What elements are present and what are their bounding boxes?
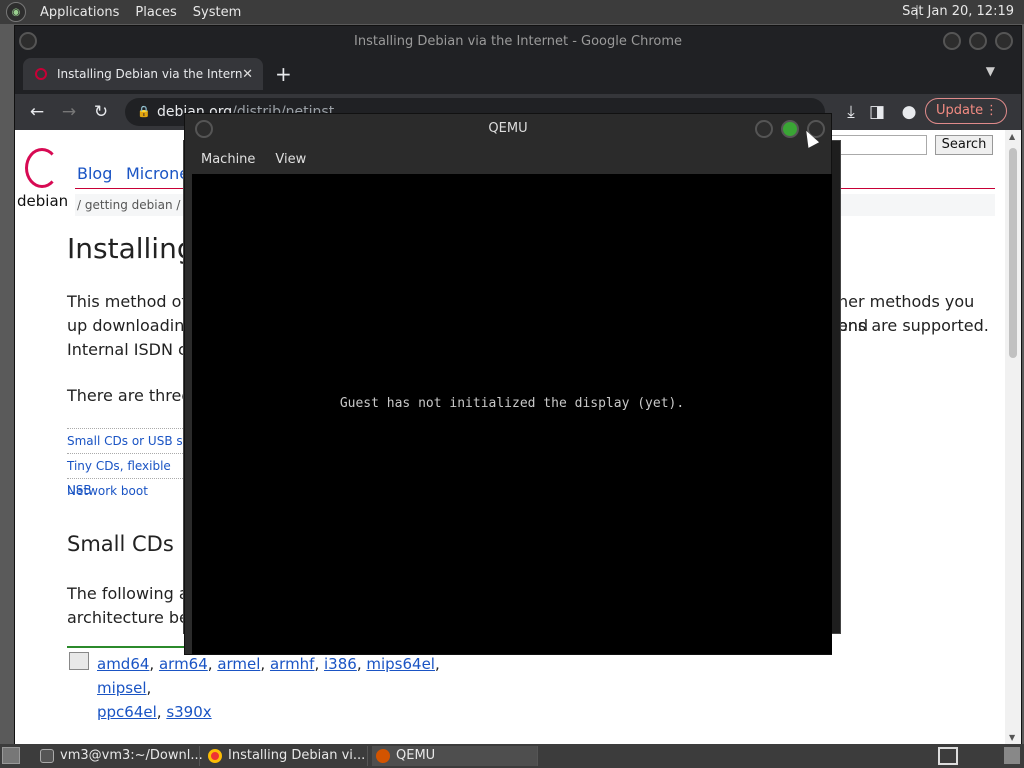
window-title: Installing Debian via the Internet - Goo… (354, 34, 682, 49)
page-title: Installing (67, 232, 195, 265)
new-tab-icon[interactable]: + (275, 62, 292, 86)
qemu-menu-machine[interactable]: Machine (201, 152, 255, 167)
methods-paragraph: There are three (67, 386, 192, 405)
debian-logo-text[interactable]: debian (17, 192, 68, 210)
maximize-icon[interactable] (969, 32, 987, 50)
profile-icon[interactable]: ● (893, 102, 925, 122)
taskbar-item-label: vm3@vm3:~/Downl... (60, 748, 203, 763)
mate-logo-icon[interactable]: ◉ (6, 2, 26, 22)
arch-link-amd64[interactable]: amd64 (97, 655, 149, 673)
section-heading-small-cds: Small CDs (67, 532, 174, 556)
clock[interactable]: Sat Jan 20, 12:19 (902, 4, 1014, 19)
intro-line-2-left: up downloading (67, 316, 195, 335)
intro-line-3-left: Internal ISDN ca (67, 340, 197, 359)
arch-link-armhf[interactable]: armhf (270, 655, 315, 673)
site-search-button[interactable]: Search (935, 135, 993, 155)
show-desktop-icon[interactable] (2, 747, 20, 764)
tab-close-icon[interactable]: ✕ (242, 67, 253, 82)
nav-link-micronews[interactable]: Microne (126, 164, 189, 183)
applications-menu[interactable]: Applications (32, 5, 127, 20)
lock-icon[interactable]: 🔒 (137, 98, 151, 126)
taskbar-item-terminal[interactable]: vm3@vm3:~/Downl... (36, 746, 203, 766)
scrollbar-thumb[interactable] (1009, 148, 1017, 358)
toc-link-network-boot[interactable]: Network boot (67, 478, 197, 503)
trash-icon[interactable] (1004, 747, 1020, 764)
qemu-window-menu-icon[interactable] (195, 120, 213, 138)
arch-link-mipsel[interactable]: mipsel (97, 679, 147, 697)
back-icon[interactable]: ← (21, 102, 53, 122)
arch-link-armel[interactable]: armel (217, 655, 260, 673)
window-menu-icon[interactable] (19, 32, 37, 50)
more-menu-icon[interactable]: ⋮ (985, 99, 998, 123)
places-menu[interactable]: Places (127, 5, 184, 20)
tab-strip: Installing Debian via the Intern ✕ + ▼ (15, 58, 1021, 90)
chrome-titlebar[interactable]: Installing Debian via the Internet - Goo… (15, 26, 1021, 58)
arch-link-mips64el[interactable]: mips64el (366, 655, 435, 673)
qemu-menu-view[interactable]: View (275, 152, 306, 167)
debian-swirl-logo-icon[interactable] (25, 148, 59, 188)
tab-installing-debian[interactable]: Installing Debian via the Intern ✕ (23, 58, 263, 90)
taskbar-item-chrome[interactable]: Installing Debian vi... (204, 746, 368, 766)
qemu-titlebar[interactable]: QEMU (185, 114, 831, 144)
arch-link-i386[interactable]: i386 (324, 655, 357, 673)
system-menu[interactable]: System (185, 5, 249, 20)
toc-link-tiny-cds[interactable]: Tiny CDs, flexible USB (67, 453, 197, 497)
scroll-down-icon[interactable]: ▼ (1009, 733, 1015, 742)
qemu-display-message: Guest has not initialized the display (y… (339, 396, 685, 411)
bottom-panel: vm3@vm3:~/Downl... Installing Debian vi.… (0, 744, 1024, 768)
debian-favicon-icon (35, 68, 47, 80)
arch-link-s390x[interactable]: s390x (166, 703, 211, 721)
workspace-switcher[interactable] (938, 747, 958, 765)
arch-link-ppc64el[interactable]: ppc64el (97, 703, 157, 721)
intro-line-2-right: ons are supported. (838, 316, 989, 335)
chrome-icon (208, 749, 222, 763)
cd-download-icon (69, 652, 89, 670)
taskbar-item-qemu[interactable]: QEMU (372, 746, 538, 766)
site-search-input[interactable] (827, 135, 927, 155)
qemu-display[interactable]: Guest has not initialized the display (y… (192, 174, 832, 654)
qemu-minimize-icon[interactable] (755, 120, 773, 138)
intro-line-1-left: This method of i (67, 292, 197, 311)
qemu-title: QEMU (488, 121, 528, 136)
qemu-menubar: Machine View (185, 144, 831, 174)
update-button[interactable]: Update ⋮ (925, 98, 1007, 124)
table-of-contents: Small CDs or USB sti Tiny CDs, flexible … (67, 428, 197, 503)
page-scrollbar[interactable]: ▲ ▼ (1005, 130, 1021, 744)
tab-search-chevron-icon[interactable]: ▼ (986, 64, 995, 78)
top-panel: ◉ Applications Places System Sat Jan 20,… (0, 0, 1024, 24)
section-divider (67, 646, 197, 648)
nav-link-blog[interactable]: Blog (77, 164, 112, 183)
minimize-icon[interactable] (943, 32, 961, 50)
scroll-up-icon[interactable]: ▲ (1009, 132, 1015, 141)
qemu-icon (376, 749, 390, 763)
taskbar-item-label: Installing Debian vi... (228, 748, 366, 763)
reload-icon[interactable]: ↻ (85, 102, 117, 122)
close-icon[interactable] (995, 32, 1013, 50)
taskbar-item-label: QEMU (396, 748, 436, 763)
qemu-maximize-icon[interactable] (781, 120, 799, 138)
qemu-window: QEMU Machine View Guest has not initiali… (184, 113, 832, 655)
update-label: Update (936, 103, 984, 118)
side-panel-icon[interactable]: ◨ (861, 102, 893, 122)
tab-title: Installing Debian via the Intern (57, 67, 243, 81)
architecture-links: amd64, arm64, armel, armhf, i386, mips64… (97, 655, 440, 721)
terminal-icon (40, 749, 54, 763)
toc-link-small-cds[interactable]: Small CDs or USB sti (67, 428, 197, 453)
arch-link-arm64[interactable]: arm64 (159, 655, 208, 673)
forward-icon[interactable]: → (53, 102, 85, 122)
